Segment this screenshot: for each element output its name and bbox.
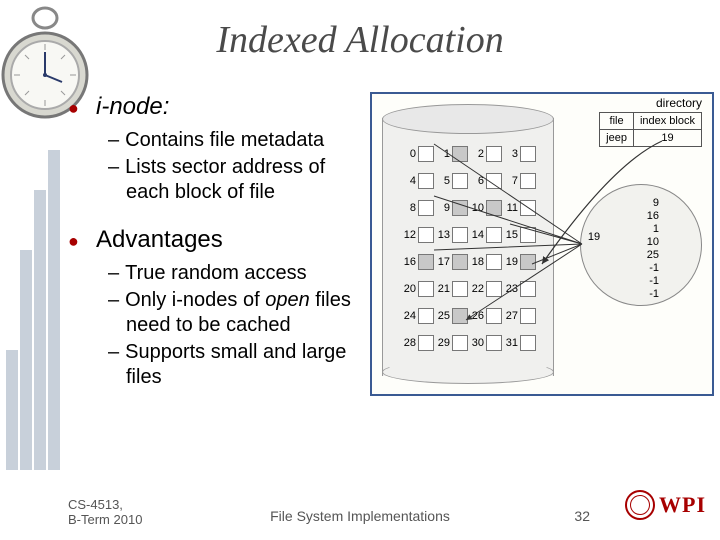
bullet-advantages: ●Advantages [68, 225, 368, 255]
allocation-diagram: directory file index block jeep 19 01234… [370, 92, 714, 396]
content-body: ●i-node: –Contains file metadata –Lists … [68, 88, 368, 392]
sub-bullet: –Only i-nodes of open files need to be c… [108, 288, 368, 338]
footer-topic: File System Implementations [0, 508, 720, 524]
sub-bullet: –True random access [108, 261, 368, 286]
page-number: 32 [574, 508, 590, 524]
sub-bullet: –Contains file metadata [108, 128, 368, 153]
wpi-text: WPI [659, 492, 706, 518]
bullet-icon: ● [68, 97, 86, 120]
diagram-arrows [372, 94, 712, 394]
footer: CS-4513, B-Term 2010 File System Impleme… [0, 492, 720, 528]
bullet-icon: ● [68, 230, 86, 253]
slide-title: Indexed Allocation [0, 18, 720, 62]
wpi-seal-icon [625, 490, 655, 520]
sub-bullet: –Lists sector address of each block of f… [108, 155, 368, 205]
decorative-bars [0, 150, 60, 470]
wpi-logo: WPI [625, 490, 706, 520]
sub-bullet: –Supports small and large files [108, 340, 368, 390]
slide: Indexed Allocation ●i-node: –Contains fi… [0, 0, 720, 540]
bullet-inode: ●i-node: [68, 92, 368, 122]
